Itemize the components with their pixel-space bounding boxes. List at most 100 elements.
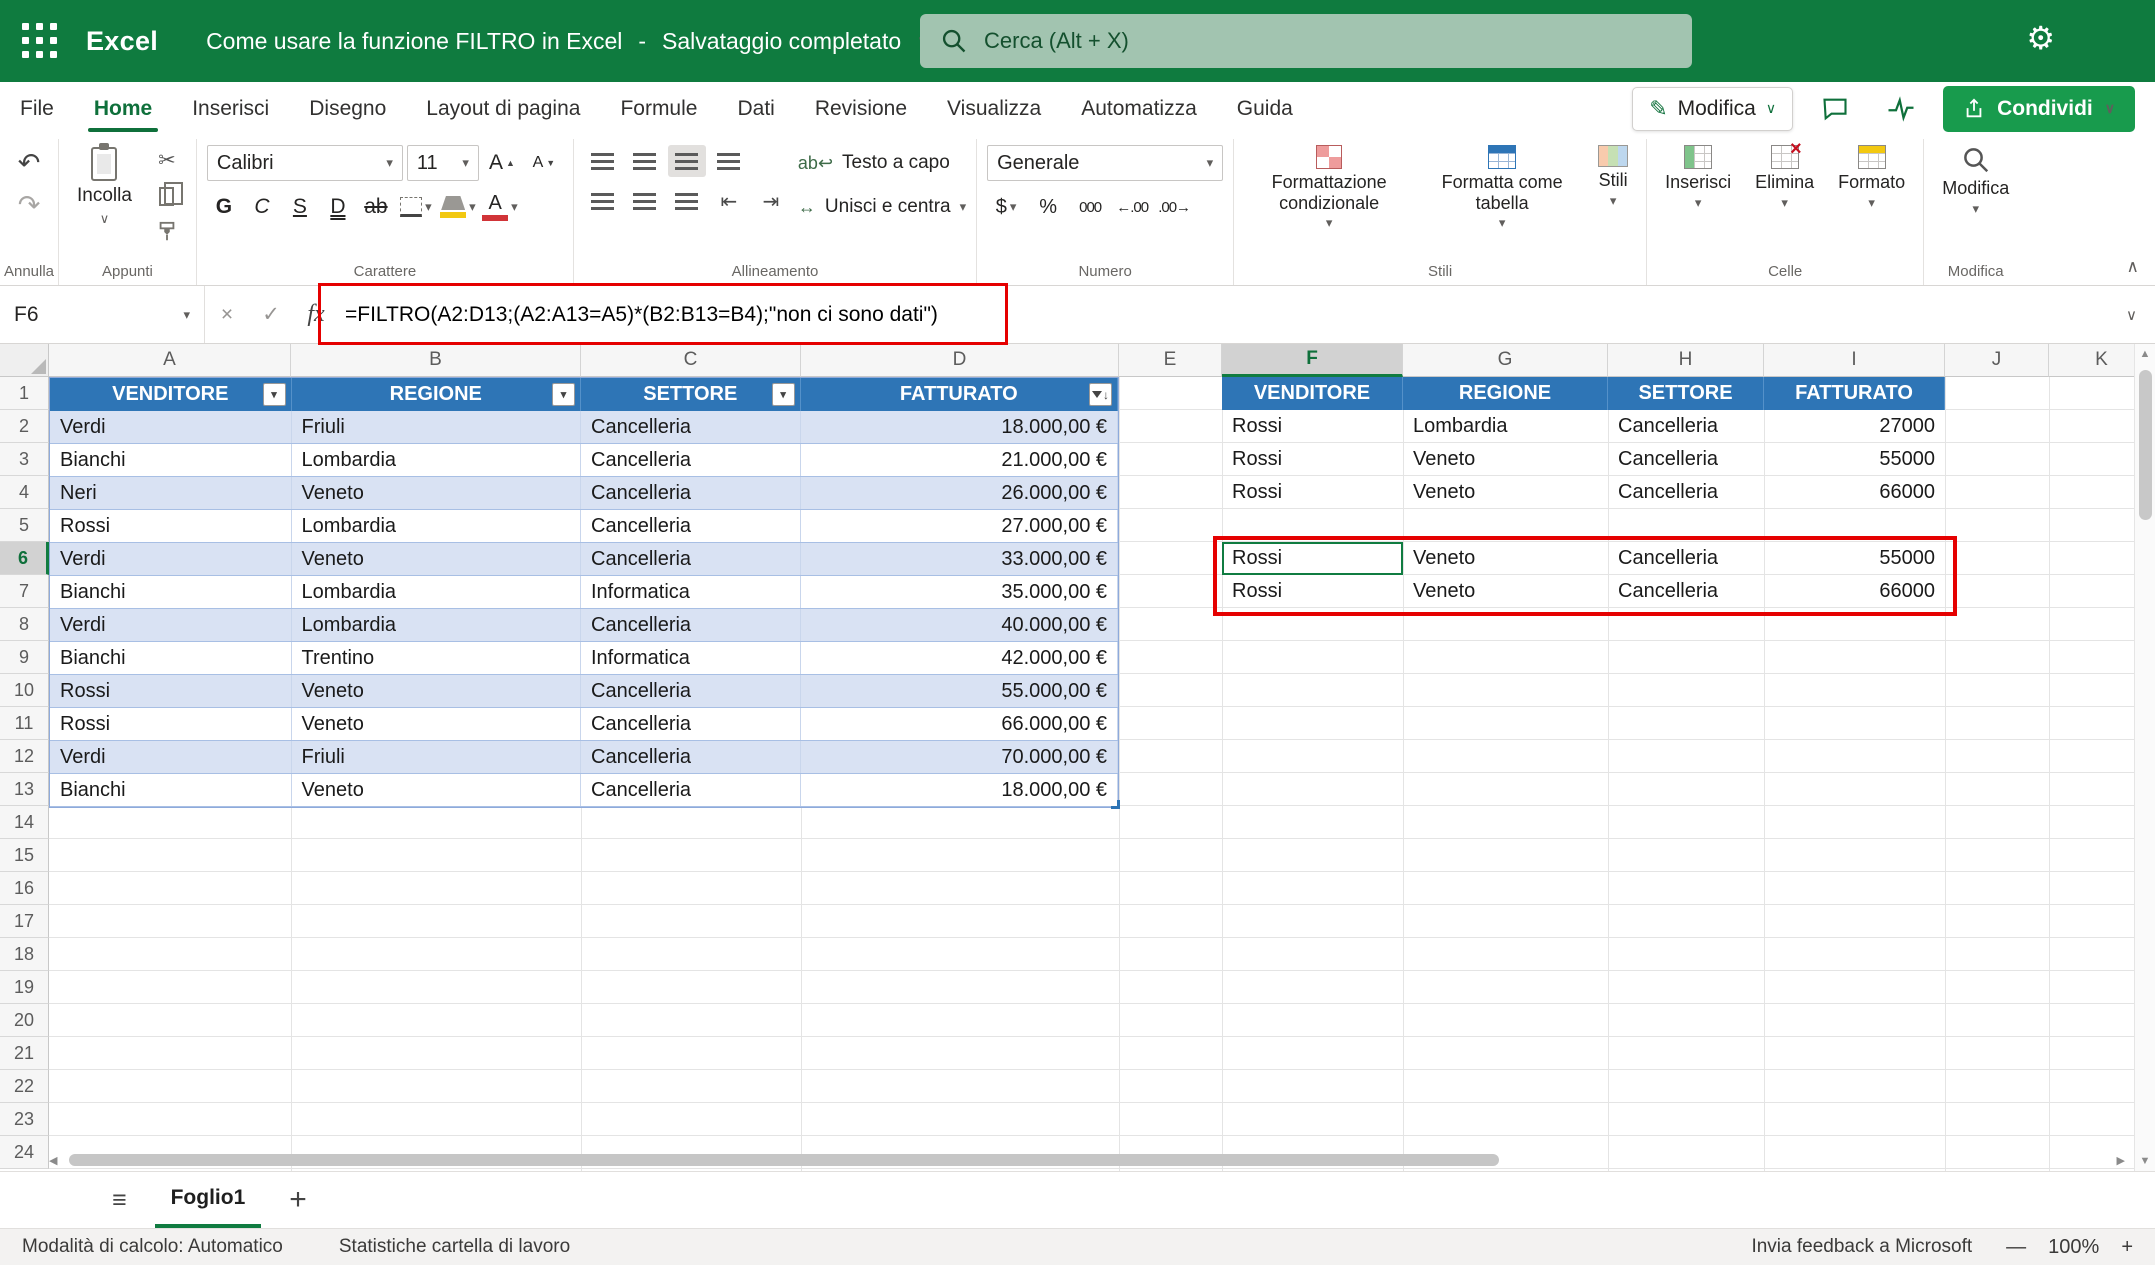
header-regione[interactable]: REGIONE ▾ (292, 378, 581, 411)
column-header-g[interactable]: G (1403, 344, 1608, 377)
tab-dati[interactable]: Dati (717, 82, 794, 135)
undo-button[interactable]: ↶ (10, 145, 48, 181)
cancel-entry-button[interactable]: × (205, 286, 249, 343)
cell[interactable]: 27.000,00 € (801, 510, 1118, 542)
tab-visualizza[interactable]: Visualizza (927, 82, 1061, 135)
mode-switch-button[interactable]: ✎ Modifica ∨ (1632, 87, 1793, 131)
fill-color-button[interactable]: ▾ (439, 189, 477, 225)
cells-area[interactable]: VENDITORE ▾ REGIONE ▾ SETTORE ▾ FATTURAT… (49, 377, 2155, 1171)
cell[interactable]: Veneto (292, 543, 581, 575)
table-resize-handle[interactable] (1111, 800, 1120, 809)
zoom-level[interactable]: 100% (2048, 1236, 2099, 1259)
cell[interactable]: Veneto (1403, 575, 1608, 607)
sheet-tab-foglio1[interactable]: Foglio1 (155, 1172, 262, 1228)
cell[interactable]: Lombardia (292, 576, 581, 608)
expand-formula-bar-button[interactable]: ∨ (2126, 306, 2155, 324)
workbook-statistics[interactable]: Statistiche cartella di lavoro (339, 1236, 570, 1258)
align-bottom-button[interactable] (668, 145, 706, 177)
row-header[interactable]: 23 (0, 1103, 49, 1136)
format-painter-button[interactable] (148, 217, 186, 247)
column-header-d[interactable]: D (801, 344, 1119, 377)
row-header[interactable]: 17 (0, 905, 49, 938)
cell[interactable]: Cancelleria (581, 774, 801, 806)
row-header[interactable]: 10 (0, 674, 49, 707)
vertical-scroll-thumb[interactable] (2139, 370, 2152, 520)
number-format-select[interactable]: Generale ▾ (987, 145, 1223, 181)
font-name-select[interactable]: Calibri ▾ (207, 145, 403, 181)
cell[interactable]: Lombardia (292, 609, 581, 641)
cell[interactable]: Friuli (292, 741, 581, 773)
cell[interactable]: Rossi (50, 510, 292, 542)
scroll-right-arrow[interactable]: ▶ (2117, 1154, 2125, 1167)
header-settore[interactable]: SETTORE (1608, 377, 1764, 410)
cell[interactable]: 55.000,00 € (801, 675, 1118, 707)
cell[interactable]: Neri (50, 477, 292, 509)
horizontal-scroll-track[interactable] (57, 1152, 2116, 1168)
decrease-indent-button[interactable]: ⇤ (710, 185, 748, 217)
cell[interactable]: Veneto (292, 774, 581, 806)
column-header-c[interactable]: C (581, 344, 801, 377)
tab-inserisci[interactable]: Inserisci (172, 82, 289, 135)
delete-cells-button[interactable]: Elimina ▾ (1747, 145, 1822, 211)
calc-mode-status[interactable]: Modalità di calcolo: Automatico (22, 1236, 283, 1258)
cell[interactable]: Cancelleria (1608, 443, 1764, 475)
filter-button[interactable]: ▾ (263, 383, 286, 406)
comma-format-button[interactable]: 000 (1071, 189, 1109, 225)
tab-disegno[interactable]: Disegno (289, 82, 406, 135)
cell-styles-button[interactable]: Stili ▾ (1590, 145, 1636, 209)
cell[interactable]: Verdi (50, 741, 292, 773)
cell[interactable]: Veneto (292, 708, 581, 740)
align-top-button[interactable] (584, 145, 622, 177)
zoom-in-button[interactable]: + (2121, 1236, 2133, 1259)
row-header[interactable]: 21 (0, 1037, 49, 1070)
paste-button[interactable]: Incolla ∨ (69, 145, 140, 229)
row-header[interactable]: 4 (0, 476, 49, 509)
cell[interactable]: Cancelleria (1608, 542, 1764, 574)
row-header[interactable]: 2 (0, 410, 49, 443)
confirm-entry-button[interactable]: ✓ (249, 286, 293, 343)
header-fatturato[interactable]: FATTURATO (1764, 377, 1945, 410)
cell[interactable]: Cancelleria (1608, 410, 1764, 442)
sheet-list-icon[interactable]: ≡ (112, 1186, 127, 1215)
cell[interactable]: 27000 (1764, 410, 1945, 442)
select-all-corner[interactable] (0, 344, 49, 377)
tab-file[interactable]: File (0, 82, 74, 135)
borders-button[interactable]: ▾ (397, 189, 435, 225)
filter-button[interactable]: ▾ (552, 383, 575, 406)
header-settore[interactable]: SETTORE ▾ (581, 378, 801, 411)
app-launcher-waffle-icon[interactable] (22, 23, 58, 59)
vertical-scrollbar[interactable]: ▲ ▼ (2134, 344, 2155, 1171)
cell[interactable]: Lombardia (1403, 410, 1608, 442)
wrap-text-button[interactable]: ab↩ Testo a capo (798, 145, 966, 181)
cell[interactable]: Cancelleria (581, 444, 801, 476)
cell[interactable]: Rossi (1222, 443, 1403, 475)
redo-button[interactable]: ↷ (10, 187, 48, 223)
row-header[interactable]: 13 (0, 773, 49, 806)
increase-decimal-button[interactable]: ←.00 (1113, 189, 1151, 225)
search-box[interactable] (920, 14, 1692, 68)
italic-button[interactable]: C (245, 189, 279, 225)
header-venditore[interactable]: VENDITORE ▾ (50, 378, 292, 411)
cell[interactable]: 55000 (1764, 443, 1945, 475)
feedback-link[interactable]: Invia feedback a Microsoft (1751, 1236, 1972, 1258)
document-title[interactable]: Come usare la funzione FILTRO in Excel -… (206, 28, 928, 55)
strikethrough-button[interactable]: ab (359, 189, 393, 225)
editing-button[interactable]: Modifica ▾ (1934, 145, 2017, 217)
cell[interactable]: Friuli (292, 411, 581, 443)
search-input[interactable] (920, 14, 1692, 68)
font-color-button[interactable]: A ▾ (481, 189, 519, 225)
cell[interactable]: Cancelleria (581, 708, 801, 740)
row-header[interactable]: 18 (0, 938, 49, 971)
cell[interactable]: Trentino (292, 642, 581, 674)
cell[interactable]: Informatica (581, 576, 801, 608)
formula-input[interactable]: =FILTRO(A2:D13;(A2:A13=A5)*(B2:B13=B4);"… (339, 303, 938, 327)
row-header[interactable]: 9 (0, 641, 49, 674)
collapse-ribbon-button[interactable]: ∧ (2127, 257, 2139, 277)
cell[interactable]: Cancelleria (581, 477, 801, 509)
cell[interactable]: Bianchi (50, 576, 292, 608)
row-header-6-selected[interactable]: 6 (0, 542, 49, 575)
merge-center-button[interactable]: ↔ Unisci e centra ▾ (798, 189, 966, 225)
cell[interactable]: 66000 (1764, 476, 1945, 508)
header-regione[interactable]: REGIONE (1403, 377, 1608, 410)
filter-button[interactable]: ▾ (772, 383, 795, 406)
